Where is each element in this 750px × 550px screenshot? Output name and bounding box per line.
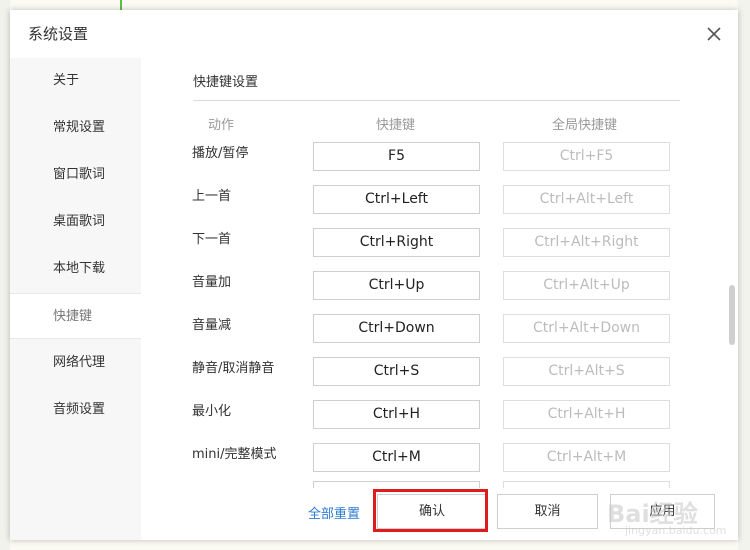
background-right-strip	[738, 0, 750, 550]
hotkey-field[interactable]: F5	[313, 142, 480, 171]
global-hotkey-field[interactable]: Ctrl+Alt+Up	[503, 271, 670, 300]
sidebar-item-network-proxy[interactable]: 网络代理	[10, 340, 141, 386]
hotkey-field-partial[interactable]	[313, 481, 480, 488]
table-row: 音量加 Ctrl+Up Ctrl+Alt+Up	[150, 266, 720, 309]
global-hotkey-field[interactable]: Ctrl+Alt+Down	[503, 314, 670, 343]
table-row: 下一首 Ctrl+Right Ctrl+Alt+Right	[150, 223, 720, 266]
watermark-sub: jingyan.baidu.com	[625, 524, 727, 537]
hotkey-field[interactable]: Ctrl+Right	[313, 228, 480, 257]
hotkey-field[interactable]: Ctrl+S	[313, 357, 480, 386]
row-action-label: 音量减	[192, 318, 232, 333]
sidebar-item-audio[interactable]: 音频设置	[10, 387, 141, 433]
hotkey-field[interactable]: Ctrl+Left	[313, 185, 480, 214]
sidebar-item-label: 网络代理	[53, 355, 106, 370]
global-hotkey-field[interactable]: Ctrl+Alt+M	[503, 443, 670, 472]
row-action-label: 静音/取消静音	[192, 361, 275, 376]
confirm-highlight-annotation	[373, 489, 488, 532]
row-action-label: 播放/暂停	[192, 146, 249, 161]
sidebar-item-general[interactable]: 常规设置	[10, 105, 141, 151]
sidebar-item-label: 本地下载	[53, 261, 106, 276]
global-hotkey-field[interactable]: Ctrl+Alt+S	[503, 357, 670, 386]
table-row: mini/完整模式 Ctrl+M Ctrl+Alt+M	[150, 438, 720, 481]
cancel-button[interactable]: 取消	[497, 494, 598, 529]
row-action-label: 下一首	[192, 232, 232, 247]
sidebar-item-desktop-lyrics[interactable]: 桌面歌词	[10, 199, 141, 245]
sidebar-item-local-download[interactable]: 本地下载	[10, 246, 141, 292]
reset-all-link[interactable]: 全部重置	[308, 503, 360, 522]
sidebar-item-label: 快捷键	[53, 309, 93, 324]
column-header-hotkey: 快捷键	[376, 118, 416, 133]
column-header-action: 动作	[208, 118, 235, 133]
global-hotkey-field[interactable]: Ctrl+Alt+Left	[503, 185, 670, 214]
row-action-label: 音量加	[192, 275, 232, 290]
sidebar-item-window-lyrics[interactable]: 窗口歌词	[10, 152, 141, 198]
sidebar-item-label: 桌面歌词	[53, 214, 106, 229]
hotkey-field[interactable]: Ctrl+Up	[313, 271, 480, 300]
column-header-global: 全局快捷键	[552, 118, 618, 133]
global-hotkey-field[interactable]: Ctrl+Alt+Right	[503, 228, 670, 257]
sidebar-item-label: 窗口歌词	[53, 167, 106, 182]
watermark: Bai经验 jingyan.baidu.com	[585, 494, 745, 544]
row-action-label: 最小化	[192, 404, 232, 419]
row-action-label: 上一首	[192, 189, 232, 204]
table-row: 静音/取消静音 Ctrl+S Ctrl+Alt+S	[150, 352, 720, 395]
hotkey-field[interactable]: Ctrl+M	[313, 443, 480, 472]
global-hotkey-field[interactable]: Ctrl+F5	[503, 142, 670, 171]
section-divider	[193, 100, 680, 101]
table-row	[150, 481, 720, 488]
table-row: 音量减 Ctrl+Down Ctrl+Alt+Down	[150, 309, 720, 352]
table-row: 最小化 Ctrl+H Ctrl+Alt+H	[150, 395, 720, 438]
background-left-strip	[0, 0, 10, 550]
section-title: 快捷键设置	[193, 75, 259, 90]
table-row: 上一首 Ctrl+Left Ctrl+Alt+Left	[150, 180, 720, 223]
global-hotkey-field[interactable]: Ctrl+Alt+H	[503, 400, 670, 429]
global-hotkey-field-partial[interactable]	[503, 481, 670, 488]
hotkey-field[interactable]: Ctrl+Down	[313, 314, 480, 343]
sidebar-item-label: 常规设置	[53, 120, 106, 135]
table-row: 播放/暂停 F5 Ctrl+F5	[150, 137, 720, 180]
dialog-title: 系统设置	[28, 25, 89, 43]
hotkey-list: 播放/暂停 F5 Ctrl+F5 上一首 Ctrl+Left Ctrl+Alt+…	[150, 132, 720, 488]
scrollbar-thumb[interactable]	[729, 285, 735, 345]
row-action-label: mini/完整模式	[192, 447, 277, 462]
settings-dialog: 系统设置 关于 常规设置 窗口歌词 桌面歌词 本地下载 快捷键 网络代理 音频设…	[10, 10, 738, 540]
close-icon[interactable]	[704, 24, 724, 44]
sidebar-item-label: 音频设置	[53, 402, 106, 417]
settings-sidebar: 关于 常规设置 窗口歌词 桌面歌词 本地下载 快捷键 网络代理 音频设置	[10, 58, 141, 540]
sidebar-item-hotkeys[interactable]: 快捷键	[10, 293, 141, 339]
hotkey-field[interactable]: Ctrl+H	[313, 400, 480, 429]
sidebar-item-about[interactable]: 关于	[10, 58, 141, 104]
sidebar-item-label: 关于	[53, 73, 80, 88]
